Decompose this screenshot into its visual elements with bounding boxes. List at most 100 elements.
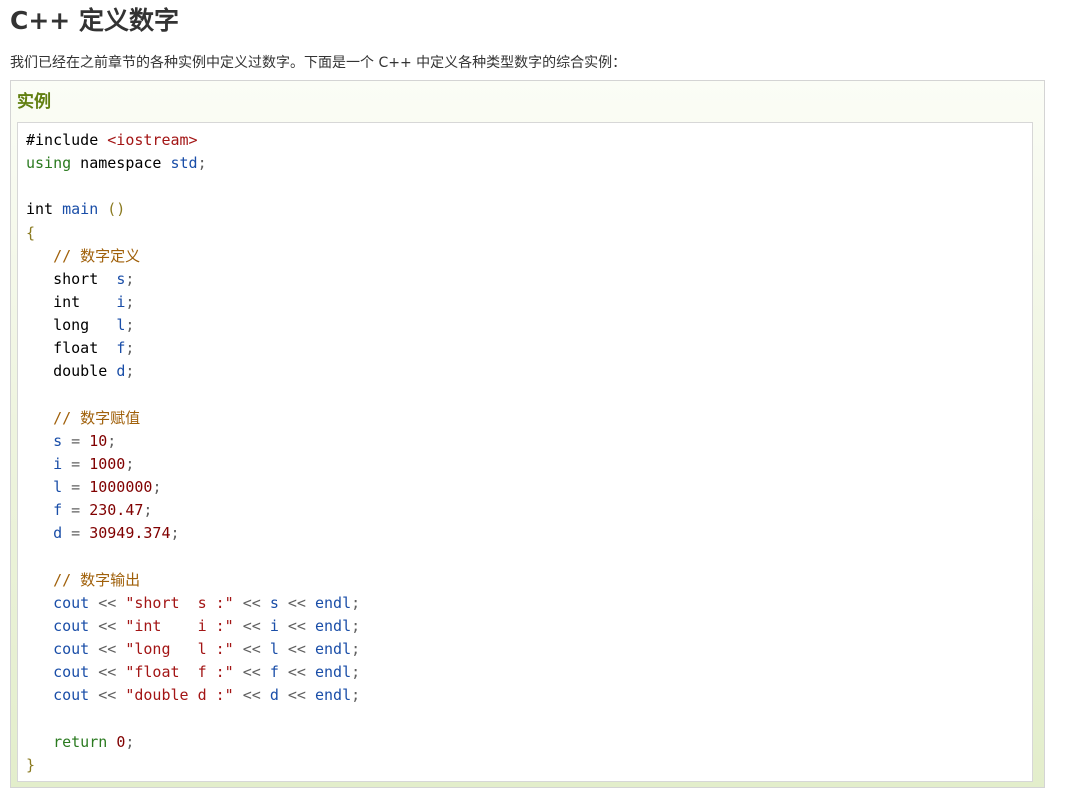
code-line: s = 10; — [26, 430, 360, 453]
code-token-ident: l — [116, 316, 126, 335]
code-token-plain: #include — [26, 131, 108, 149]
code-token-ident: f — [116, 339, 126, 358]
code-token-ident: i — [116, 292, 126, 311]
code-token-ident: endl — [315, 640, 352, 659]
code-token-plain: double — [26, 362, 117, 381]
code-token-ident: cout — [53, 640, 90, 659]
code-line: f = 230.47; — [26, 499, 360, 522]
code-token-string: "float f :" — [125, 663, 234, 682]
code-token-punct: << — [233, 616, 270, 635]
code-line: cout << "long l :" << l << endl; — [26, 638, 360, 661]
code-token-ident: s — [53, 431, 63, 450]
code-token-ident: endl — [315, 616, 352, 635]
code-token-ident: d — [269, 686, 279, 705]
code-token-punct: << — [233, 663, 270, 682]
code-token-punct: = — [62, 431, 90, 450]
code-token-string: "int i :" — [125, 616, 234, 635]
code-token-punct: << — [278, 686, 315, 705]
page-title: C++ 定义数字 — [10, 6, 179, 35]
code-token-number: 30949.374 — [89, 524, 171, 543]
code-token-punct: ; — [170, 524, 180, 543]
code-line: // 数字输出 — [26, 569, 360, 592]
code-token-string: "long l :" — [125, 640, 234, 659]
code-token-punct: ; — [351, 663, 361, 682]
code-token-punct: ; — [125, 362, 135, 381]
code-token-ident: l — [53, 478, 63, 497]
code-token-ident: main — [62, 200, 99, 219]
code-token-number: 230.47 — [89, 501, 144, 520]
code-token-ident: f — [269, 663, 279, 682]
code-line: // 数字定义 — [26, 245, 360, 268]
code-token-punct: << — [89, 640, 126, 659]
code-token-punct: ; — [125, 292, 135, 311]
code-token-ident: endl — [315, 593, 352, 612]
code-token-ident: std — [170, 154, 198, 173]
code-token-bracket: } — [26, 755, 36, 774]
code-token-ident: s — [269, 593, 279, 612]
code-token-punct: ; — [125, 269, 135, 288]
code-token-string: "short s :" — [125, 593, 234, 612]
code-token-punct: = — [62, 501, 90, 520]
code-token-punct: ; — [197, 154, 207, 173]
code-token-punct: ; — [107, 431, 117, 450]
code-line: int main () — [26, 198, 360, 221]
code-line: } — [26, 754, 360, 777]
code-token-number: 10 — [89, 431, 108, 450]
code-token-bracket: () — [107, 200, 126, 219]
code-token-punct: ; — [351, 593, 361, 612]
code-line: long l; — [26, 314, 360, 337]
code-token-punct: << — [278, 616, 315, 635]
code-token-comment: // 数字赋值 — [53, 408, 141, 427]
code-token-punct: << — [278, 593, 315, 612]
example-box: 实例 #include <iostream> using namespace st… — [10, 80, 1045, 788]
code-token-punct: << — [233, 593, 270, 612]
code-line: // 数字赋值 — [26, 407, 360, 430]
code-token-punct: ; — [152, 478, 162, 497]
code-token-punct: ; — [351, 686, 361, 705]
code-token-punct: = — [62, 524, 90, 543]
code-token-plain: short — [26, 269, 117, 288]
code-token-comment: // 数字定义 — [53, 246, 141, 265]
code-token-bracket: { — [26, 223, 36, 242]
code-token-punct: ; — [351, 640, 361, 659]
code-line: { — [26, 222, 360, 245]
code-line: d = 30949.374; — [26, 522, 360, 545]
code-token-punct: << — [278, 663, 315, 682]
code-line: cout << "int i :" << i << endl; — [26, 615, 360, 638]
code-token-punct: << — [89, 663, 126, 682]
code-token-plain: float — [26, 339, 117, 358]
code-token-ident: cout — [53, 686, 90, 705]
code-token-keyword: return — [53, 732, 108, 751]
code-line: short s; — [26, 268, 360, 291]
code-token-punct: << — [278, 640, 315, 659]
code-token-ident: f — [53, 501, 63, 520]
code-token-ident: d — [116, 362, 126, 381]
code-block: #include <iostream> using namespace std; i… — [26, 129, 360, 777]
intro-paragraph: 我们已经在之前章节的各种实例中定义过数字。下面是一个 C++ 中定义各种类型数字… — [10, 55, 627, 71]
code-line: l = 1000000; — [26, 476, 360, 499]
code-token-punct: ; — [125, 454, 135, 473]
code-token-punct: ; — [125, 339, 135, 358]
code-token-ident: i — [53, 454, 63, 473]
code-token-comment: // 数字输出 — [53, 570, 141, 589]
code-token-punct: << — [89, 593, 126, 612]
code-token-ident: s — [116, 269, 126, 288]
code-panel: #include <iostream> using namespace std; i… — [17, 122, 1033, 782]
code-token-ident: cout — [53, 593, 90, 612]
code-token-number: 1000 — [89, 454, 126, 473]
code-line: return 0; — [26, 731, 360, 754]
code-line: cout << "double d :" << d << endl; — [26, 684, 360, 707]
